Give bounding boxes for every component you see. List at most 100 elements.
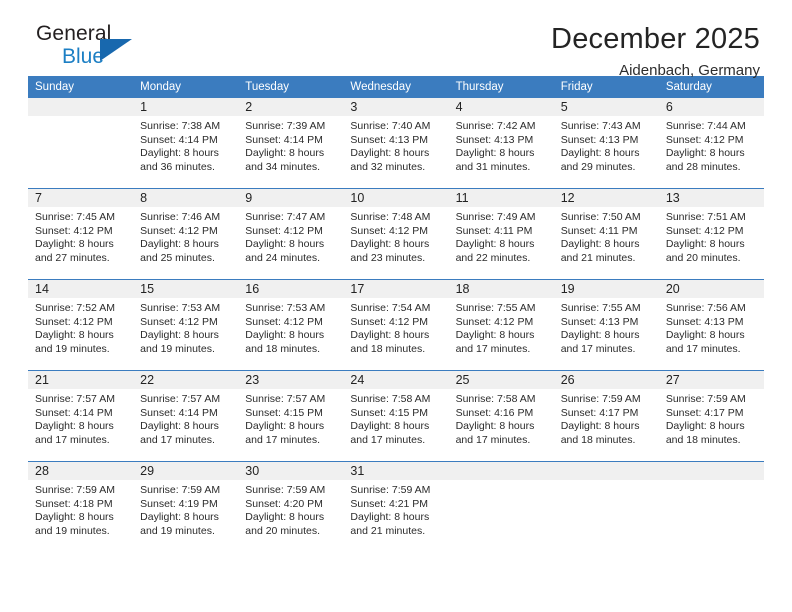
day-daylight2-text: and 19 minutes. xyxy=(140,524,215,537)
calendar-day-cell[interactable]: 17 Sunrise: 7:54 AM Sunset: 4:12 PM Dayligh… xyxy=(343,279,449,371)
day-details: Sunrise: 7:38 AM Sunset: 4:14 PM Daylight:… xyxy=(133,116,238,174)
calendar-day-cell[interactable]: 9 Sunrise: 7:47 AM Sunset: 4:12 PM Daylight… xyxy=(238,188,344,280)
day-number: 27 xyxy=(658,371,764,389)
calendar-day-cell[interactable]: 29 Sunrise: 7:59 AM Sunset: 4:19 PM Dayligh… xyxy=(133,461,239,552)
day-cell-inner: 5 Sunrise: 7:43 AM Sunset: 4:13 PM Daylight… xyxy=(553,98,659,188)
day-daylight1-text: Daylight: 8 hours xyxy=(140,147,219,160)
day-daylight1-text: Daylight: 8 hours xyxy=(140,329,219,342)
calendar-day-cell[interactable]: 23 Sunrise: 7:57 AM Sunset: 4:15 PM Dayligh… xyxy=(238,370,344,462)
day-details: Sunrise: 7:45 AM Sunset: 4:12 PM Daylight:… xyxy=(28,207,133,265)
day-details: Sunrise: 7:55 AM Sunset: 4:12 PM Daylight:… xyxy=(449,298,554,356)
day-sunrise-text: Sunrise: 7:57 AM xyxy=(35,393,115,405)
calendar-day-cell[interactable]: 2 Sunrise: 7:39 AM Sunset: 4:14 PM Daylight… xyxy=(238,98,344,189)
day-daylight2-text: and 27 minutes. xyxy=(35,251,110,264)
day-daylight2-text: and 19 minutes. xyxy=(140,342,215,355)
brand-logo[interactable]: General Blue xyxy=(28,22,218,78)
day-daylight1-text: Daylight: 8 hours xyxy=(140,420,219,433)
calendar-day-cell[interactable]: 8 Sunrise: 7:46 AM Sunset: 4:12 PM Daylight… xyxy=(133,188,239,280)
day-number: 19 xyxy=(553,280,659,298)
calendar-day-cell[interactable]: 16 Sunrise: 7:53 AM Sunset: 4:12 PM Dayligh… xyxy=(238,279,344,371)
calendar-day-cell[interactable]: 19 Sunrise: 7:55 AM Sunset: 4:13 PM Dayligh… xyxy=(553,279,659,371)
calendar-day-cell[interactable] xyxy=(28,98,134,189)
day-number: 14 xyxy=(28,280,134,298)
day-details xyxy=(659,480,764,484)
day-daylight2-text: and 36 minutes. xyxy=(140,160,215,173)
day-cell-inner: 28 Sunrise: 7:59 AM Sunset: 4:18 PM Dayligh… xyxy=(28,462,134,552)
day-daylight2-text: and 17 minutes. xyxy=(665,342,741,355)
calendar-day-cell[interactable]: 4 Sunrise: 7:42 AM Sunset: 4:13 PM Daylight… xyxy=(448,98,554,189)
calendar-day-cell[interactable]: 6 Sunrise: 7:44 AM Sunset: 4:12 PM Daylight… xyxy=(658,98,764,189)
day-details: Sunrise: 7:49 AM Sunset: 4:11 PM Daylight:… xyxy=(449,207,554,265)
day-sunrise-text: Sunrise: 7:58 AM xyxy=(350,393,431,405)
day-number: 9 xyxy=(238,189,344,207)
day-cell-inner xyxy=(553,462,659,552)
day-number xyxy=(553,462,659,480)
calendar-day-cell[interactable]: 25 Sunrise: 7:58 AM Sunset: 4:16 PM Dayligh… xyxy=(448,370,554,462)
day-daylight2-text: and 34 minutes. xyxy=(245,160,320,173)
day-cell-inner: 26 Sunrise: 7:59 AM Sunset: 4:17 PM Dayligh… xyxy=(553,371,659,461)
day-cell-inner: 17 Sunrise: 7:54 AM Sunset: 4:12 PM Dayligh… xyxy=(343,280,449,370)
calendar-week-row: 28 Sunrise: 7:59 AM Sunset: 4:18 PM Dayligh… xyxy=(28,461,764,552)
day-cell-inner: 9 Sunrise: 7:47 AM Sunset: 4:12 PM Daylight… xyxy=(238,189,344,279)
calendar-day-cell[interactable] xyxy=(553,461,659,552)
day-cell-inner: 13 Sunrise: 7:51 AM Sunset: 4:12 PM Dayligh… xyxy=(658,189,764,279)
calendar-day-cell[interactable]: 26 Sunrise: 7:59 AM Sunset: 4:17 PM Dayligh… xyxy=(553,370,659,462)
calendar-day-cell[interactable]: 27 Sunrise: 7:59 AM Sunset: 4:17 PM Dayligh… xyxy=(658,370,764,462)
calendar-day-cell[interactable]: 22 Sunrise: 7:57 AM Sunset: 4:14 PM Dayligh… xyxy=(133,370,239,462)
calendar-day-cell[interactable]: 10 Sunrise: 7:48 AM Sunset: 4:12 PM Dayligh… xyxy=(343,188,449,280)
day-details: Sunrise: 7:48 AM Sunset: 4:12 PM Daylight:… xyxy=(343,207,448,265)
day-number: 20 xyxy=(658,280,764,298)
calendar-day-cell[interactable] xyxy=(448,461,554,552)
day-details: Sunrise: 7:43 AM Sunset: 4:13 PM Daylight:… xyxy=(554,116,659,174)
calendar-day-cell[interactable]: 20 Sunrise: 7:56 AM Sunset: 4:13 PM Dayligh… xyxy=(658,279,764,371)
day-sunrise-text: Sunrise: 7:57 AM xyxy=(245,393,326,405)
calendar-day-cell[interactable] xyxy=(658,461,764,552)
day-sunset-text: Sunset: 4:14 PM xyxy=(245,133,323,146)
calendar-day-cell[interactable]: 15 Sunrise: 7:53 AM Sunset: 4:12 PM Dayligh… xyxy=(133,279,239,371)
calendar-day-cell[interactable]: 21 Sunrise: 7:57 AM Sunset: 4:14 PM Dayligh… xyxy=(28,370,134,462)
day-cell-inner: 2 Sunrise: 7:39 AM Sunset: 4:14 PM Daylight… xyxy=(238,98,344,188)
calendar-day-cell[interactable]: 11 Sunrise: 7:49 AM Sunset: 4:11 PM Dayligh… xyxy=(448,188,554,280)
calendar-day-cell[interactable]: 12 Sunrise: 7:50 AM Sunset: 4:11 PM Dayligh… xyxy=(553,188,659,280)
day-cell-inner: 10 Sunrise: 7:48 AM Sunset: 4:12 PM Dayligh… xyxy=(343,189,449,279)
calendar-day-cell[interactable]: 14 Sunrise: 7:52 AM Sunset: 4:12 PM Dayligh… xyxy=(28,279,134,371)
day-cell-inner: 27 Sunrise: 7:59 AM Sunset: 4:17 PM Dayligh… xyxy=(658,371,764,461)
day-daylight2-text: and 29 minutes. xyxy=(560,160,636,173)
calendar-day-cell[interactable]: 3 Sunrise: 7:40 AM Sunset: 4:13 PM Daylight… xyxy=(343,98,449,189)
calendar-day-cell[interactable]: 30 Sunrise: 7:59 AM Sunset: 4:20 PM Dayligh… xyxy=(238,461,344,552)
calendar-day-cell[interactable]: 5 Sunrise: 7:43 AM Sunset: 4:13 PM Daylight… xyxy=(553,98,659,189)
day-sunrise-text: Sunrise: 7:54 AM xyxy=(350,302,431,314)
day-daylight2-text: and 17 minutes. xyxy=(35,433,110,446)
calendar-day-cell[interactable]: 13 Sunrise: 7:51 AM Sunset: 4:12 PM Dayligh… xyxy=(658,188,764,280)
day-daylight2-text: and 17 minutes. xyxy=(245,433,320,446)
day-cell-inner: 20 Sunrise: 7:56 AM Sunset: 4:13 PM Dayligh… xyxy=(658,280,764,370)
day-sunrise-text: Sunrise: 7:56 AM xyxy=(665,302,746,314)
page-header: General Blue December 2025 Aidenbach, Ge… xyxy=(28,0,764,79)
day-details: Sunrise: 7:57 AM Sunset: 4:14 PM Daylight:… xyxy=(133,389,238,447)
calendar-day-cell[interactable]: 24 Sunrise: 7:58 AM Sunset: 4:15 PM Dayligh… xyxy=(343,370,449,462)
day-cell-inner: 15 Sunrise: 7:53 AM Sunset: 4:12 PM Dayligh… xyxy=(133,280,239,370)
day-sunrise-text: Sunrise: 7:59 AM xyxy=(35,484,115,496)
day-sunset-text: Sunset: 4:12 PM xyxy=(350,315,429,328)
day-number: 21 xyxy=(28,371,134,389)
calendar-day-cell[interactable]: 31 Sunrise: 7:59 AM Sunset: 4:21 PM Dayligh… xyxy=(343,461,449,552)
day-daylight2-text: and 17 minutes. xyxy=(455,433,531,446)
day-number: 25 xyxy=(448,371,554,389)
day-cell-inner: 12 Sunrise: 7:50 AM Sunset: 4:11 PM Dayligh… xyxy=(553,189,659,279)
calendar-day-cell[interactable]: 28 Sunrise: 7:59 AM Sunset: 4:18 PM Dayligh… xyxy=(28,461,134,552)
day-number: 1 xyxy=(133,98,239,116)
day-details: Sunrise: 7:40 AM Sunset: 4:13 PM Daylight:… xyxy=(343,116,448,174)
day-sunset-text: Sunset: 4:16 PM xyxy=(455,406,534,419)
weekday-header-sunday: Sunday xyxy=(28,76,134,98)
calendar-day-cell[interactable]: 18 Sunrise: 7:55 AM Sunset: 4:12 PM Dayligh… xyxy=(448,279,554,371)
day-details: Sunrise: 7:55 AM Sunset: 4:13 PM Daylight:… xyxy=(554,298,659,356)
day-sunset-text: Sunset: 4:12 PM xyxy=(35,224,113,237)
weekday-header-monday: Monday xyxy=(133,76,239,98)
day-details: Sunrise: 7:52 AM Sunset: 4:12 PM Daylight:… xyxy=(28,298,133,356)
day-daylight1-text: Daylight: 8 hours xyxy=(245,329,325,342)
day-daylight2-text: and 17 minutes. xyxy=(560,342,636,355)
calendar-day-cell[interactable]: 1 Sunrise: 7:38 AM Sunset: 4:14 PM Daylight… xyxy=(133,98,239,189)
calendar-day-cell[interactable]: 7 Sunrise: 7:45 AM Sunset: 4:12 PM Daylight… xyxy=(28,188,134,280)
day-daylight1-text: Daylight: 8 hours xyxy=(665,420,745,433)
day-number: 23 xyxy=(238,371,344,389)
